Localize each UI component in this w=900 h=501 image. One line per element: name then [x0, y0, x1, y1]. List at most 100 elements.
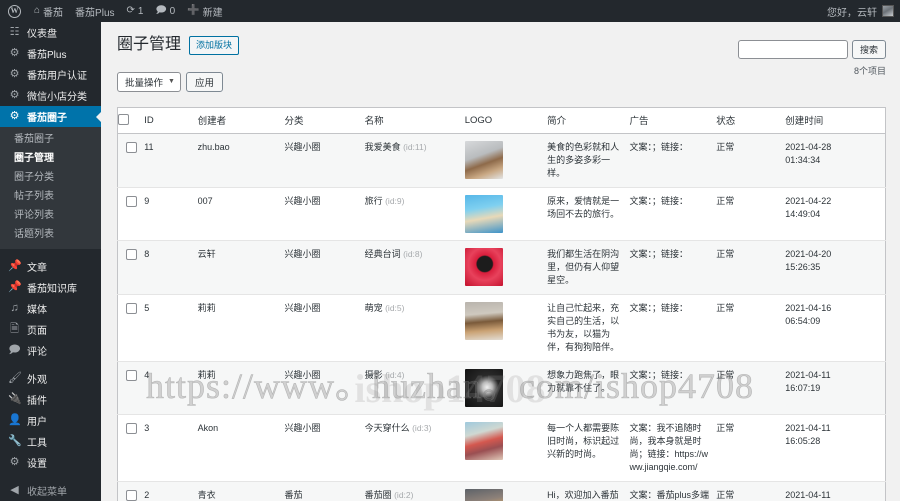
row-select-cell: [117, 361, 145, 415]
cell-status: 正常: [716, 133, 786, 188]
circle-name: 番茄圈: [364, 489, 392, 500]
sidebar-collapse-menu-button[interactable]: ◀ 收起菜单: [0, 480, 101, 501]
cell-name[interactable]: 摄影 (id:4): [364, 361, 465, 415]
cell-author: 青衣: [197, 481, 285, 501]
select-all-checkbox[interactable]: [118, 113, 129, 125]
cell-id: 9: [144, 187, 198, 241]
cell-desc: 让自己忙起来，充实自己的生活，以书为友，以猫为伴，有狗狗陪伴。: [547, 294, 630, 362]
dashboard-icon: ☷: [9, 26, 20, 38]
cell-ad: 文案：；链接：: [629, 361, 717, 415]
table-row[interactable]: 9 007 兴趣小圈 旅行 (id:9) 原来，爱情就是一场回不去的旅行。 文案…: [117, 187, 886, 241]
table-row[interactable]: 8 云轩 兴趣小圈 经典台词 (id:8) 我们都生活在阴沟里，但仍有人仰望星空…: [117, 240, 886, 295]
adminbar-new-label: 新建: [202, 7, 223, 19]
cell-id: 11: [144, 133, 198, 188]
refresh-icon: ⟳: [126, 5, 135, 16]
row-checkbox[interactable]: [126, 369, 137, 381]
sidebar-item-pages[interactable]: 🗎 页面: [0, 319, 101, 340]
cell-logo: [464, 133, 548, 188]
cell-logo: [464, 240, 548, 295]
sidebar-item-comments[interactable]: 🗩 评论: [0, 340, 101, 361]
created-date: 2021-04-11: [785, 422, 831, 433]
cell-created-time: 2021-04-11 16:05:28: [785, 414, 886, 482]
sidebar-subitem-post-list[interactable]: 帖子列表: [0, 187, 101, 206]
adminbar-item-comments[interactable]: 🗩 0: [149, 0, 181, 22]
sidebar-subitem-tomato-circle[interactable]: 番茄圈子: [0, 130, 101, 149]
search-input[interactable]: [737, 40, 848, 59]
page-wrap: 圈子管理 添加版块 搜索 8个项目 批量操作 ▼ 应用 ID 创建者 分类 名称…: [101, 22, 900, 501]
avatar: [882, 5, 894, 17]
adminbar-greeting: 您好，云轩: [827, 7, 877, 19]
created-date: 2021-04-20: [785, 248, 832, 259]
sidebar-submenu: 番茄圈子 圈子管理 圈子分类 帖子列表 评论列表 话题列表: [0, 127, 101, 249]
circle-id-suffix: (id:8): [403, 248, 423, 259]
cell-desc: 每一个人都需要陈旧时尚，标识起过兴新的时尚。: [547, 414, 630, 482]
sidebar-item-appearance[interactable]: 🖌 外观: [0, 368, 101, 389]
cell-name[interactable]: 萌宠 (id:5): [364, 294, 465, 362]
sidebar-item-users[interactable]: 👤 用户: [0, 410, 101, 431]
cell-author: 007: [197, 187, 285, 241]
search-button[interactable]: 搜索: [851, 40, 886, 59]
adminbar-updates-count: 1: [137, 5, 144, 17]
adminbar-item-new[interactable]: ➕ 新建: [181, 0, 228, 22]
sidebar-item-media[interactable]: ♫ 媒体: [0, 298, 101, 319]
cell-name[interactable]: 番茄圈 (id:2): [364, 481, 465, 501]
sidebar-item-wechat-shop-category[interactable]: ⚙ 微信小店分类: [0, 85, 101, 106]
cell-name[interactable]: 今天穿什么 (id:3): [364, 414, 465, 482]
table-body: 11 zhu.bao 兴趣小圈 我爱美食 (id:11) 美食的色彩就和人生的多…: [117, 133, 886, 501]
table-row[interactable]: 2 青衣 番茄 番茄圈 (id:2) Hi，欢迎加入番茄小圈，问答、BUG、运营…: [117, 481, 886, 501]
search-row: 搜索: [737, 40, 886, 59]
cell-author: 云轩: [197, 240, 285, 295]
row-checkbox[interactable]: [126, 248, 137, 260]
sidebar-item-posts[interactable]: 📌 文章: [0, 256, 101, 277]
row-checkbox[interactable]: [126, 195, 137, 207]
header-desc: 简介: [547, 107, 630, 134]
adminbar-item-site[interactable]: ⌂ 番茄: [28, 0, 69, 22]
row-checkbox[interactable]: [126, 302, 137, 314]
cell-name[interactable]: 旅行 (id:9): [364, 187, 465, 241]
bulk-action-select[interactable]: 批量操作 ▼: [117, 71, 181, 92]
sidebar-item-tomato-circle[interactable]: ⚙ 番茄圈子: [0, 106, 101, 127]
wordpress-logo-button[interactable]: [0, 0, 28, 22]
sidebar-item-tools[interactable]: 🔧 工具: [0, 431, 101, 452]
sidebar-item-tomato-plus[interactable]: ⚙ 番茄Plus: [0, 43, 101, 64]
cell-status: 正常: [716, 240, 786, 295]
header-name[interactable]: 名称: [364, 107, 465, 134]
cell-category: 兴趣小圈: [284, 294, 365, 362]
row-checkbox[interactable]: [126, 489, 137, 501]
row-select-cell: [117, 294, 145, 362]
sidebar-subitem-topic-list[interactable]: 话题列表: [0, 225, 101, 244]
menu-divider: [0, 249, 101, 256]
adminbar-item-plus[interactable]: 番茄Plus: [69, 0, 120, 22]
sidebar-item-dashboard[interactable]: ☷ 仪表盘: [0, 22, 101, 43]
select-all-header: [117, 107, 145, 134]
cell-logo: [464, 187, 548, 241]
table-row[interactable]: 5 莉莉 兴趣小圈 萌宠 (id:5) 让自己忙起来，充实自己的生活，以书为友，…: [117, 294, 886, 362]
cell-id: 3: [144, 414, 198, 482]
sidebar-subitem-circle-category[interactable]: 圈子分类: [0, 168, 101, 187]
header-created-time[interactable]: 创建时间: [785, 107, 886, 134]
adminbar-account[interactable]: 您好，云轩: [827, 4, 900, 19]
created-date: 2021-04-28: [785, 141, 832, 152]
apply-button[interactable]: 应用: [185, 71, 223, 92]
table-row[interactable]: 3 Akon 兴趣小圈 今天穿什么 (id:3) 每一个人都需要陈旧时尚，标识起…: [117, 414, 886, 482]
admin-sidebar: ☷ 仪表盘 ⚙ 番茄Plus ⚙ 番茄用户认证 ⚙ 微信小店分类 ⚙ 番茄圈子 …: [0, 22, 101, 501]
sidebar-item-user-auth[interactable]: ⚙ 番茄用户认证: [0, 64, 101, 85]
adminbar-item-updates[interactable]: ⟳ 1: [121, 0, 150, 22]
gear-icon: ⚙: [9, 89, 20, 101]
add-section-button[interactable]: 添加版块: [189, 35, 240, 55]
cell-name[interactable]: 我爱美食 (id:11): [364, 133, 465, 188]
sidebar-item-settings[interactable]: ⚙ 设置: [0, 452, 101, 473]
sidebar-subitem-comment-list[interactable]: 评论列表: [0, 206, 101, 225]
row-checkbox[interactable]: [126, 422, 137, 434]
circle-id-suffix: (id:11): [403, 141, 427, 152]
sidebar-item-knowledge-base[interactable]: 📌 番茄知识库: [0, 277, 101, 298]
sidebar-item-plugins[interactable]: 🔌 插件: [0, 389, 101, 410]
table-row[interactable]: 11 zhu.bao 兴趣小圈 我爱美食 (id:11) 美食的色彩就和人生的多…: [117, 133, 886, 188]
row-checkbox[interactable]: [126, 141, 137, 153]
row-select-cell: [117, 187, 145, 241]
table-row[interactable]: 4 莉莉 兴趣小圈 摄影 (id:4) 想象力跑焦了，眼力就靠不住了。 文案：；…: [117, 361, 886, 415]
cell-name[interactable]: 经典台词 (id:8): [364, 240, 465, 295]
cell-author: 莉莉: [197, 294, 285, 362]
sidebar-subitem-circle-manage[interactable]: 圈子管理: [0, 149, 101, 168]
cell-desc: 美食的色彩就和人生的多姿多彩一样。: [547, 133, 630, 188]
